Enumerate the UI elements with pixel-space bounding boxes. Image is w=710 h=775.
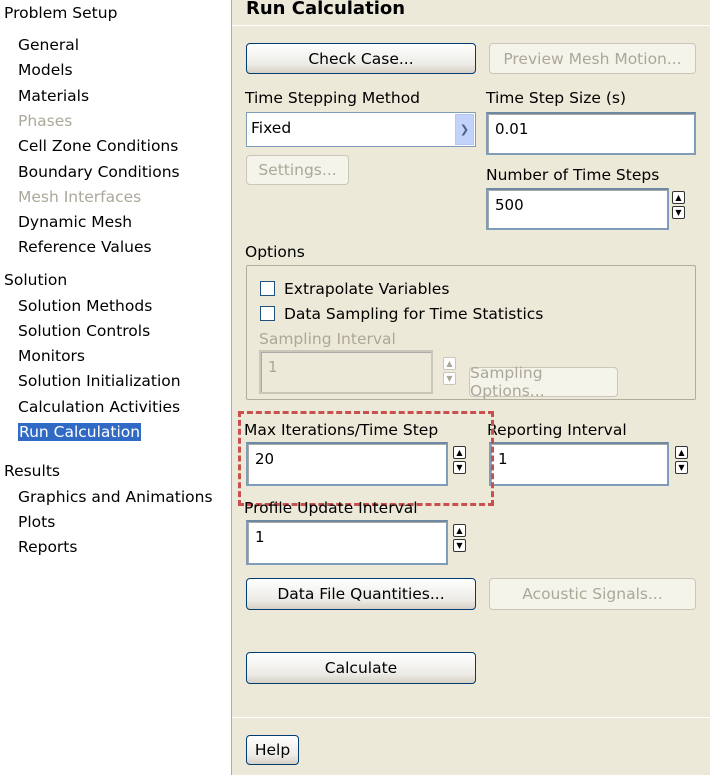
tree-section-problem-setup[interactable]: Problem Setup	[4, 4, 117, 22]
tree-item-solution-initialization[interactable]: Solution Initialization	[18, 372, 181, 390]
dropdown-value: Fixed	[251, 119, 292, 137]
arrow-down-icon[interactable]: ▼	[443, 372, 456, 385]
sampling-options-button[interactable]: Sampling Options...	[469, 364, 618, 400]
time-stepping-method-label: Time Stepping Method	[245, 89, 421, 107]
time-step-size-input[interactable]: 0.01	[486, 112, 696, 155]
tree-section-solution[interactable]: Solution	[4, 271, 67, 289]
tree-item-label: Reference Values	[18, 238, 152, 257]
arrow-up-icon[interactable]: ▲	[675, 446, 688, 459]
extrapolate-variables-label: Extrapolate Variables	[284, 280, 450, 298]
tree-item-label: Plots	[18, 512, 56, 531]
time-step-size-label: Time Step Size (s)	[486, 89, 626, 107]
calculate-button[interactable]: Calculate	[246, 652, 476, 684]
tree-item-label: Boundary Conditions	[18, 162, 180, 181]
highlight-box	[238, 411, 494, 506]
navigation-tree: Problem Setup General Models Materials Phase…	[0, 0, 231, 775]
divider	[232, 717, 710, 718]
tree-item-reference-values[interactable]: Reference Values	[18, 238, 152, 256]
preview-mesh-motion-button[interactable]: Preview Mesh Motion...	[489, 43, 696, 74]
number-of-time-steps-label: Number of Time Steps	[486, 166, 660, 184]
extrapolate-variables-checkbox[interactable]	[260, 281, 275, 296]
data-file-quantities-button[interactable]: Data File Quantities...	[246, 578, 476, 610]
tree-item-label: Run Calculation	[18, 423, 142, 441]
tree-item-label: Calculation Activities	[18, 397, 181, 416]
tree-item-dynamic-mesh[interactable]: Dynamic Mesh	[18, 213, 132, 231]
acoustic-signals-button[interactable]: Acoustic Signals...	[489, 578, 696, 610]
tree-item-label: Cell Zone Conditions	[18, 137, 179, 156]
tree-item-label: Phases	[18, 111, 73, 130]
tree-item-label: Solution Controls	[18, 321, 151, 340]
chevron-down-icon[interactable]: ❯	[455, 114, 474, 145]
arrow-down-icon[interactable]: ▼	[453, 539, 466, 552]
tree-item-phases[interactable]: Phases	[18, 112, 72, 130]
tree-item-models[interactable]: Models	[18, 61, 73, 79]
tree-item-reports[interactable]: Reports	[18, 538, 77, 556]
tree-item-plots[interactable]: Plots	[18, 513, 55, 531]
arrow-down-icon[interactable]: ▼	[675, 461, 688, 474]
profile-update-interval-label: Profile Update Interval	[244, 499, 418, 517]
reporting-interval-input[interactable]: 1	[489, 442, 669, 486]
data-sampling-checkbox[interactable]	[260, 306, 275, 321]
settings-button[interactable]: Settings...	[246, 155, 349, 185]
arrow-up-icon[interactable]: ▲	[443, 357, 456, 370]
run-calculation-panel: Run Calculation Check Case... Preview Me…	[231, 0, 710, 775]
tree-item-solution-methods[interactable]: Solution Methods	[18, 297, 152, 315]
arrow-down-icon[interactable]: ▼	[672, 206, 685, 219]
tree-item-graphics-and-animations[interactable]: Graphics and Animations	[18, 488, 213, 506]
tree-item-run-calculation[interactable]: Run Calculation	[18, 423, 142, 441]
options-label: Options	[245, 243, 305, 261]
tree-item-label: Graphics and Animations	[18, 487, 213, 506]
sampling-interval-label: Sampling Interval	[259, 330, 396, 348]
reporting-interval-spinner[interactable]: ▲ ▼	[675, 446, 688, 476]
tree-item-label: Solution Initialization	[18, 372, 181, 391]
tree-item-label: Materials	[18, 86, 90, 105]
tree-item-label: Models	[18, 61, 73, 80]
reporting-interval-label: Reporting Interval	[487, 421, 627, 439]
profile-update-spinner[interactable]: ▲ ▼	[453, 524, 466, 554]
divider	[232, 25, 710, 26]
tree-item-mesh-interfaces[interactable]: Mesh Interfaces	[18, 188, 141, 206]
tree-item-solution-controls[interactable]: Solution Controls	[18, 322, 150, 340]
tree-item-monitors[interactable]: Monitors	[18, 347, 85, 365]
sampling-interval-spinner[interactable]: ▲ ▼	[443, 357, 456, 387]
tree-item-label: Monitors	[18, 347, 85, 366]
tree-item-cell-zone-conditions[interactable]: Cell Zone Conditions	[18, 137, 178, 155]
page-title: Run Calculation	[246, 0, 406, 19]
tree-item-boundary-conditions[interactable]: Boundary Conditions	[18, 163, 180, 181]
time-steps-spinner[interactable]: ▲ ▼	[672, 191, 685, 221]
tree-item-label: General	[18, 36, 80, 54]
check-case-button[interactable]: Check Case...	[246, 43, 476, 74]
number-of-time-steps-input[interactable]: 500	[486, 188, 669, 230]
help-button[interactable]: Help	[246, 735, 299, 765]
sampling-interval-input[interactable]: 1	[259, 350, 433, 394]
data-sampling-label: Data Sampling for Time Statistics	[284, 305, 544, 323]
tree-item-label: Dynamic Mesh	[18, 213, 133, 232]
tree-item-label: Mesh Interfaces	[18, 187, 142, 206]
time-stepping-method-dropdown[interactable]: Fixed ❯	[246, 112, 476, 147]
arrow-up-icon[interactable]: ▲	[453, 524, 466, 537]
tree-item-calculation-activities[interactable]: Calculation Activities	[18, 398, 180, 416]
tree-item-general[interactable]: General	[18, 36, 79, 54]
tree-item-materials[interactable]: Materials	[18, 87, 89, 105]
profile-update-interval-input[interactable]: 1	[246, 520, 448, 565]
tree-item-label: Reports	[18, 538, 78, 557]
tree-section-results[interactable]: Results	[4, 462, 60, 480]
tree-item-label: Solution Methods	[18, 296, 153, 315]
arrow-up-icon[interactable]: ▲	[672, 191, 685, 204]
